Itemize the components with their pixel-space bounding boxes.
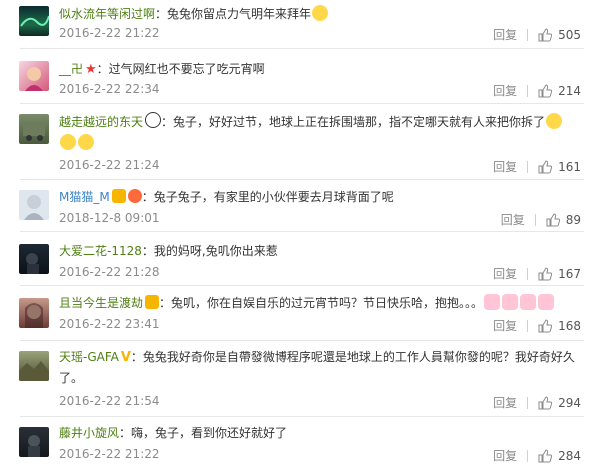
laugh-emoji-icon bbox=[60, 134, 76, 150]
comment-text: ：兔叽，你在自娱自乐的过元宵节吗？节日快乐哈，抱抱。。。 bbox=[159, 296, 484, 310]
vip-badge-icon bbox=[145, 295, 160, 309]
thumbs-up-icon[interactable] bbox=[538, 266, 553, 281]
reply-button[interactable]: 回复 bbox=[493, 317, 517, 334]
divider bbox=[527, 160, 529, 173]
thumbs-up-icon[interactable] bbox=[538, 83, 553, 98]
comment-item: 似水流年等闲过啊：兔兔你留点力气明年来拜年 2016-2-22 21:22 回复… bbox=[0, 0, 598, 49]
divider bbox=[527, 84, 529, 97]
reply-button[interactable]: 回复 bbox=[501, 211, 525, 228]
comment-text: ：兔兔你留点力气明年来拜年 bbox=[155, 7, 312, 21]
like-count: 167 bbox=[558, 266, 581, 281]
reply-button[interactable]: 回复 bbox=[493, 158, 517, 175]
thumbs-up-icon[interactable] bbox=[538, 448, 553, 463]
star-badge-icon: ★ bbox=[85, 62, 97, 77]
comment-item: __卍 ★：过气网红也不要忘了吃元宵啊 2016-2-22 22:34 回复 21… bbox=[0, 49, 598, 104]
laugh-emoji-icon bbox=[546, 113, 563, 129]
pig-emoji-icon bbox=[502, 294, 519, 310]
divider bbox=[527, 449, 529, 462]
reply-button[interactable]: 回复 bbox=[493, 394, 517, 411]
fire-badge-icon bbox=[127, 189, 142, 203]
like-count: 161 bbox=[558, 159, 581, 174]
comment-author[interactable]: 藤井小旋风 bbox=[59, 426, 119, 440]
avatar[interactable] bbox=[19, 61, 49, 91]
comment-list: 似水流年等闲过啊：兔兔你留点力气明年来拜年 2016-2-22 21:22 回复… bbox=[0, 0, 598, 469]
comment-item: 且当今生是渡劫 ：兔叽，你在自娱自乐的过元宵节吗？节日快乐哈，抱抱。。。 2016… bbox=[0, 286, 598, 341]
comment-time: 2016-2-22 21:28 bbox=[59, 265, 160, 279]
avatar[interactable] bbox=[19, 427, 49, 457]
comment-text: ：兔子，好好过节，地球上正在拆围墙那，指不定哪天就有人来把你拆了 bbox=[161, 115, 546, 129]
comment-text: ：过气网红也不要忘了吃元宵啊 bbox=[96, 62, 265, 76]
comment-time: 2016-2-22 22:34 bbox=[59, 82, 160, 96]
reply-button[interactable]: 回复 bbox=[493, 447, 517, 464]
avatar[interactable] bbox=[19, 244, 49, 274]
sweat-emoji-icon bbox=[312, 5, 329, 21]
divider bbox=[527, 28, 529, 41]
comment-author[interactable]: 且当今生是渡劫 bbox=[59, 296, 143, 310]
thumbs-up-icon[interactable] bbox=[538, 27, 553, 42]
laugh-emoji-icon bbox=[78, 134, 94, 150]
comment-author[interactable]: 越走越远的东天 bbox=[59, 115, 143, 129]
divider bbox=[527, 396, 529, 409]
thumbs-up-icon[interactable] bbox=[538, 395, 553, 410]
comment-item: 藤井小旋风：嗨，兔子，看到你还好就好了 2016-2-22 21:22 回复 2… bbox=[0, 417, 598, 469]
vip-badge-icon bbox=[111, 189, 126, 203]
thumbs-up-icon[interactable] bbox=[546, 212, 560, 227]
comment-item: 越走越远的东天 ：兔子，好好过节，地球上正在拆围墙那，指不定哪天就有人来把你拆了 … bbox=[0, 104, 598, 180]
comment-item: 天瑶-GAFA V：兔兔我好奇你是自帶發微博程序呢還是地球上的工作人員幫你發的呢？… bbox=[0, 341, 598, 417]
like-count: 168 bbox=[558, 318, 581, 333]
comment-time: 2016-2-22 21:22 bbox=[59, 447, 160, 461]
like-count: 294 bbox=[558, 395, 581, 410]
comment-time: 2016-2-22 21:24 bbox=[59, 158, 160, 172]
avatar[interactable] bbox=[19, 114, 49, 144]
comment-text: ：我的妈呀,兔叽你出来惹 bbox=[141, 244, 278, 258]
comment-text: ：兔兔我好奇你是自帶發微博程序呢還是地球上的工作人員幫你發的呢？我好奇好久了。 bbox=[59, 350, 575, 385]
pig-emoji-icon bbox=[538, 294, 555, 310]
comment-author[interactable]: 天瑶-GAFA bbox=[59, 350, 119, 364]
comment-text: ：兔子兔子，有家里的小伙伴要去月球背面了呢 bbox=[141, 190, 394, 204]
comment-author[interactable]: 大爱二花-1128 bbox=[59, 244, 142, 258]
reply-button[interactable]: 回复 bbox=[493, 26, 517, 43]
pig-emoji-icon bbox=[520, 294, 537, 310]
like-count: 214 bbox=[558, 83, 581, 98]
comment-author[interactable]: 似水流年等闲过啊 bbox=[59, 7, 155, 21]
comment-time: 2016-2-22 21:22 bbox=[59, 26, 160, 40]
comment-time: 2018-12-8 09:01 bbox=[59, 211, 160, 225]
like-count: 89 bbox=[565, 212, 581, 227]
comment-item: M猫猫_M ：兔子兔子，有家里的小伙伴要去月球背面了呢 2018-12-8 09:… bbox=[0, 180, 598, 232]
comment-author[interactable]: M猫猫_M bbox=[59, 190, 110, 204]
comment-time: 2016-2-22 21:54 bbox=[59, 394, 160, 408]
reply-button[interactable]: 回复 bbox=[493, 265, 517, 282]
avatar[interactable] bbox=[19, 298, 49, 328]
divider bbox=[527, 319, 529, 332]
comment-text: ：嗨，兔子，看到你还好就好了 bbox=[119, 426, 288, 440]
divider bbox=[534, 213, 536, 226]
pig-emoji-icon bbox=[484, 294, 501, 310]
divider bbox=[527, 267, 529, 280]
comment-author[interactable]: __卍 bbox=[59, 62, 83, 76]
comment-time: 2016-2-22 23:41 bbox=[59, 317, 160, 331]
comment-item: 大爱二花-1128：我的妈呀,兔叽你出来惹 2016-2-22 21:28 回复… bbox=[0, 232, 598, 286]
like-count: 284 bbox=[558, 448, 581, 463]
avatar[interactable] bbox=[19, 190, 49, 220]
like-count: 505 bbox=[558, 27, 581, 42]
thumbs-up-icon[interactable] bbox=[538, 159, 553, 174]
verified-v-badge-icon: V bbox=[120, 350, 131, 365]
reply-button[interactable]: 回复 bbox=[493, 82, 517, 99]
avatar[interactable] bbox=[19, 6, 49, 36]
thumbs-up-icon[interactable] bbox=[538, 318, 553, 333]
panda-badge-icon bbox=[145, 112, 162, 128]
avatar[interactable] bbox=[19, 351, 49, 381]
